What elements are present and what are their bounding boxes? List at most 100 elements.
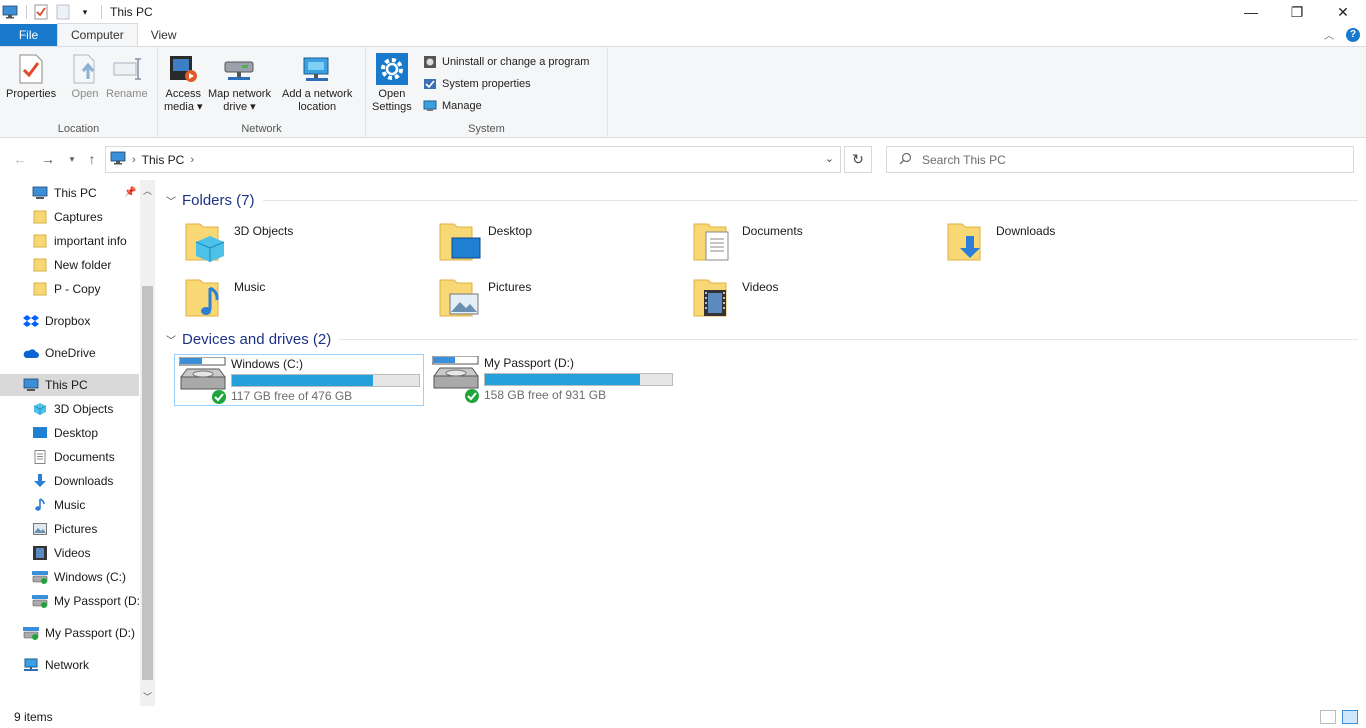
search-input[interactable] bbox=[922, 152, 1342, 167]
status-bar: 9 items bbox=[0, 706, 1366, 728]
document-icon bbox=[692, 218, 738, 264]
properties-check-icon[interactable] bbox=[33, 4, 49, 20]
toolbar-separator bbox=[26, 5, 27, 19]
nav-item-dropbox[interactable]: Dropbox bbox=[0, 310, 139, 332]
onedrive-icon bbox=[23, 345, 39, 361]
nav-item-onedrive[interactable]: OneDrive bbox=[0, 342, 139, 364]
open-settings-button[interactable]: Open Settings bbox=[372, 51, 412, 114]
drive-my-passport-d[interactable]: My Passport (D:) 158 GB free of 931 GB bbox=[428, 354, 678, 406]
drives-section-header[interactable]: ﹀ Devices and drives (2) bbox=[166, 328, 1358, 350]
cube-icon bbox=[184, 218, 230, 264]
navigation-scrollbar[interactable]: ︿ ﹀ bbox=[140, 180, 155, 706]
nav-item-3d-objects[interactable]: 3D Objects bbox=[0, 398, 139, 420]
manage-button[interactable]: Manage bbox=[422, 97, 482, 115]
breadcrumb-chevron-icon[interactable]: › bbox=[132, 154, 136, 166]
minimize-button[interactable]: — bbox=[1228, 0, 1274, 24]
nav-item-important-info[interactable]: important info bbox=[0, 230, 139, 252]
details-view-icon[interactable] bbox=[1320, 710, 1336, 724]
access-media-button[interactable]: Access media ▾ bbox=[164, 51, 203, 114]
new-folder-icon[interactable] bbox=[55, 4, 71, 20]
help-icon[interactable]: ? bbox=[1346, 27, 1360, 42]
nav-item-captures[interactable]: Captures bbox=[0, 206, 139, 228]
uninstall-icon bbox=[422, 54, 438, 70]
breadcrumb-this-pc[interactable]: This PC bbox=[142, 153, 185, 167]
folder-documents[interactable]: Documents bbox=[682, 218, 932, 268]
pin-icon[interactable]: 📌 bbox=[124, 187, 136, 198]
tiles-view-icon[interactable] bbox=[1342, 710, 1358, 724]
add-network-location-button[interactable]: Add a network location bbox=[282, 51, 352, 114]
collapse-ribbon-icon[interactable]: ︿ bbox=[1324, 27, 1334, 42]
folder-3d-objects[interactable]: 3D Objects bbox=[174, 218, 424, 268]
nav-item-videos[interactable]: Videos bbox=[0, 542, 139, 564]
pc-icon bbox=[110, 151, 126, 168]
nav-item-new-folder[interactable]: New folder bbox=[0, 254, 139, 276]
maximize-button[interactable]: ❐ bbox=[1274, 0, 1320, 24]
search-box[interactable] bbox=[886, 146, 1354, 173]
drive-usage-fill bbox=[485, 374, 641, 385]
network-drive-icon bbox=[222, 51, 256, 87]
nav-item-documents[interactable]: Documents bbox=[0, 446, 139, 468]
map-network-drive-button[interactable]: Map network drive ▾ bbox=[208, 51, 271, 114]
pc-icon[interactable] bbox=[2, 4, 18, 20]
manage-icon bbox=[422, 98, 438, 114]
folder-downloads[interactable]: Downloads bbox=[936, 218, 1186, 268]
folder-icon bbox=[32, 257, 48, 273]
navigation-pane: This PC 📌 Captures important info New fo… bbox=[0, 180, 156, 706]
nav-item-this-pc-pinned[interactable]: This PC bbox=[0, 182, 139, 204]
nav-item-desktop[interactable]: Desktop bbox=[0, 422, 139, 444]
section-divider bbox=[262, 199, 1358, 201]
scroll-up-icon[interactable]: ︿ bbox=[140, 182, 155, 198]
back-button[interactable]: ← bbox=[10, 149, 30, 169]
drive-icon bbox=[32, 569, 48, 585]
address-bar[interactable]: › This PC › ⌄ bbox=[105, 146, 841, 173]
open-button[interactable]: Open bbox=[68, 51, 102, 101]
scroll-down-icon[interactable]: ﹀ bbox=[140, 688, 155, 704]
forward-button[interactable]: → bbox=[38, 149, 58, 169]
folders-section-header[interactable]: ﹀ Folders (7) bbox=[166, 189, 1358, 211]
group-label-network: Network bbox=[241, 123, 282, 135]
tab-file[interactable]: File bbox=[0, 24, 57, 46]
breadcrumb-chevron-icon[interactable]: › bbox=[190, 154, 194, 166]
chevron-down-icon[interactable]: ▾ bbox=[77, 4, 93, 20]
folder-music[interactable]: Music bbox=[174, 274, 424, 324]
close-button[interactable]: ✕ bbox=[1320, 0, 1366, 24]
up-button[interactable]: ↑ bbox=[82, 149, 102, 169]
cube-icon bbox=[32, 401, 48, 417]
address-dropdown-icon[interactable]: ⌄ bbox=[825, 152, 834, 165]
nav-item-windows-c[interactable]: Windows (C:) bbox=[0, 566, 139, 588]
nav-item-pictures[interactable]: Pictures bbox=[0, 518, 139, 540]
nav-item-my-passport-d-root[interactable]: My Passport (D:) bbox=[0, 622, 139, 644]
ribbon-right-controls: ︿ ? bbox=[1324, 27, 1360, 42]
uninstall-program-button[interactable]: Uninstall or change a program bbox=[422, 53, 589, 71]
ribbon: Properties Open Rename Location Access m… bbox=[0, 46, 1366, 138]
nav-item-network[interactable]: Network bbox=[0, 654, 139, 676]
folder-pictures[interactable]: Pictures bbox=[428, 274, 678, 324]
rename-button[interactable]: Rename bbox=[106, 51, 148, 101]
item-count: 9 items bbox=[14, 710, 53, 724]
rename-icon bbox=[110, 51, 144, 87]
scrollbar-thumb[interactable] bbox=[142, 286, 153, 680]
system-properties-button[interactable]: System properties bbox=[422, 75, 531, 93]
videos-icon bbox=[692, 274, 738, 320]
drive-windows-c[interactable]: Windows (C:) 117 GB free of 476 GB bbox=[174, 354, 424, 406]
refresh-button[interactable]: ↻ bbox=[844, 146, 872, 173]
nav-item-downloads[interactable]: Downloads bbox=[0, 470, 139, 492]
download-icon bbox=[32, 473, 48, 489]
folder-desktop[interactable]: Desktop bbox=[428, 218, 678, 268]
nav-item-this-pc[interactable]: This PC bbox=[0, 374, 139, 396]
open-icon bbox=[68, 51, 102, 87]
nav-item-music[interactable]: Music bbox=[0, 494, 139, 516]
navigation-row: ← → ▾ ↑ › This PC › ⌄ ↻ bbox=[0, 145, 1366, 173]
recent-locations-button[interactable]: ▾ bbox=[62, 149, 82, 169]
collapse-chevron-icon[interactable]: ﹀ bbox=[166, 332, 176, 347]
collapse-chevron-icon[interactable]: ﹀ bbox=[166, 193, 176, 208]
gear-icon bbox=[375, 51, 409, 87]
folder-videos[interactable]: Videos bbox=[682, 274, 932, 324]
nav-item-p-copy[interactable]: P - Copy bbox=[0, 278, 139, 300]
music-icon bbox=[32, 497, 48, 513]
tab-computer[interactable]: Computer bbox=[57, 23, 138, 46]
tab-view[interactable]: View bbox=[138, 24, 190, 46]
nav-item-my-passport-d[interactable]: My Passport (D:) bbox=[0, 590, 139, 612]
ribbon-tabs: File Computer View ︿ ? bbox=[0, 23, 1366, 46]
properties-button[interactable]: Properties bbox=[6, 51, 56, 101]
